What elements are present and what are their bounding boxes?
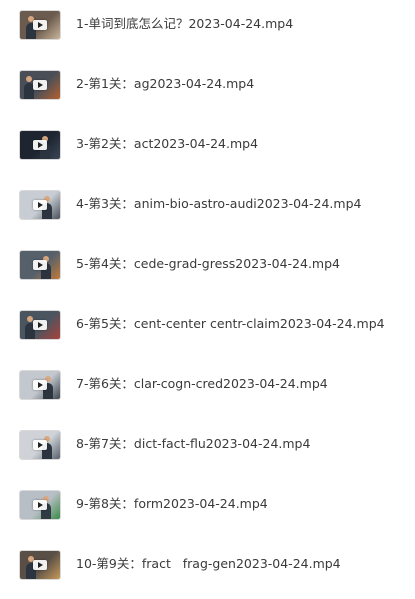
- file-row[interactable]: 4-第3关：anim-bio-astro-audi2023-04-24.mp4: [0, 185, 415, 225]
- file-name[interactable]: 5-第4关：cede-grad-gress2023-04-24.mp4: [76, 254, 340, 274]
- file-name[interactable]: 8-第7关：dict-fact-flu2023-04-24.mp4: [76, 434, 310, 454]
- file-name[interactable]: 2-第1关：ag2023-04-24.mp4: [76, 74, 254, 94]
- file-row[interactable]: 7-第6关：clar-cogn-cred2023-04-24.mp4: [0, 365, 415, 405]
- video-thumbnail-icon: [20, 431, 60, 459]
- file-row[interactable]: 8-第7关：dict-fact-flu2023-04-24.mp4: [0, 425, 415, 465]
- play-icon: [33, 560, 47, 570]
- play-icon: [33, 80, 47, 90]
- play-icon: [33, 200, 47, 210]
- video-thumbnail-icon: [20, 551, 60, 579]
- file-row[interactable]: 6-第5关：cent-center centr-claim2023-04-24.…: [0, 305, 415, 345]
- file-row[interactable]: 5-第4关：cede-grad-gress2023-04-24.mp4: [0, 245, 415, 285]
- file-name[interactable]: 10-第9关：fract frag-gen2023-04-24.mp4: [76, 554, 341, 574]
- file-name[interactable]: 1-单词到底怎么记？2023-04-24.mp4: [76, 14, 293, 34]
- play-icon: [33, 320, 47, 330]
- video-thumbnail-icon: [20, 371, 60, 399]
- video-file-list: 1-单词到底怎么记？2023-04-24.mp4 2-第1关：ag2023-04…: [0, 0, 415, 599]
- file-row[interactable]: 9-第8关：form2023-04-24.mp4: [0, 485, 415, 525]
- file-name[interactable]: 3-第2关：act2023-04-24.mp4: [76, 134, 258, 154]
- video-thumbnail-icon: [20, 251, 60, 279]
- file-row[interactable]: 1-单词到底怎么记？2023-04-24.mp4: [0, 5, 415, 45]
- file-name[interactable]: 6-第5关：cent-center centr-claim2023-04-24.…: [76, 314, 385, 334]
- play-icon: [33, 260, 47, 270]
- file-row[interactable]: 3-第2关：act2023-04-24.mp4: [0, 125, 415, 165]
- video-thumbnail-icon: [20, 491, 60, 519]
- play-icon: [33, 380, 47, 390]
- video-thumbnail-icon: [20, 71, 60, 99]
- play-icon: [33, 20, 47, 30]
- video-thumbnail-icon: [20, 191, 60, 219]
- file-row[interactable]: 2-第1关：ag2023-04-24.mp4: [0, 65, 415, 105]
- video-thumbnail-icon: [20, 11, 60, 39]
- file-name[interactable]: 4-第3关：anim-bio-astro-audi2023-04-24.mp4: [76, 194, 361, 214]
- video-thumbnail-icon: [20, 311, 60, 339]
- file-row[interactable]: 10-第9关：fract frag-gen2023-04-24.mp4: [0, 545, 415, 585]
- file-name[interactable]: 9-第8关：form2023-04-24.mp4: [76, 494, 268, 514]
- play-icon: [33, 140, 47, 150]
- file-name[interactable]: 7-第6关：clar-cogn-cred2023-04-24.mp4: [76, 374, 328, 394]
- play-icon: [33, 440, 47, 450]
- play-icon: [33, 500, 47, 510]
- video-thumbnail-icon: [20, 131, 60, 159]
